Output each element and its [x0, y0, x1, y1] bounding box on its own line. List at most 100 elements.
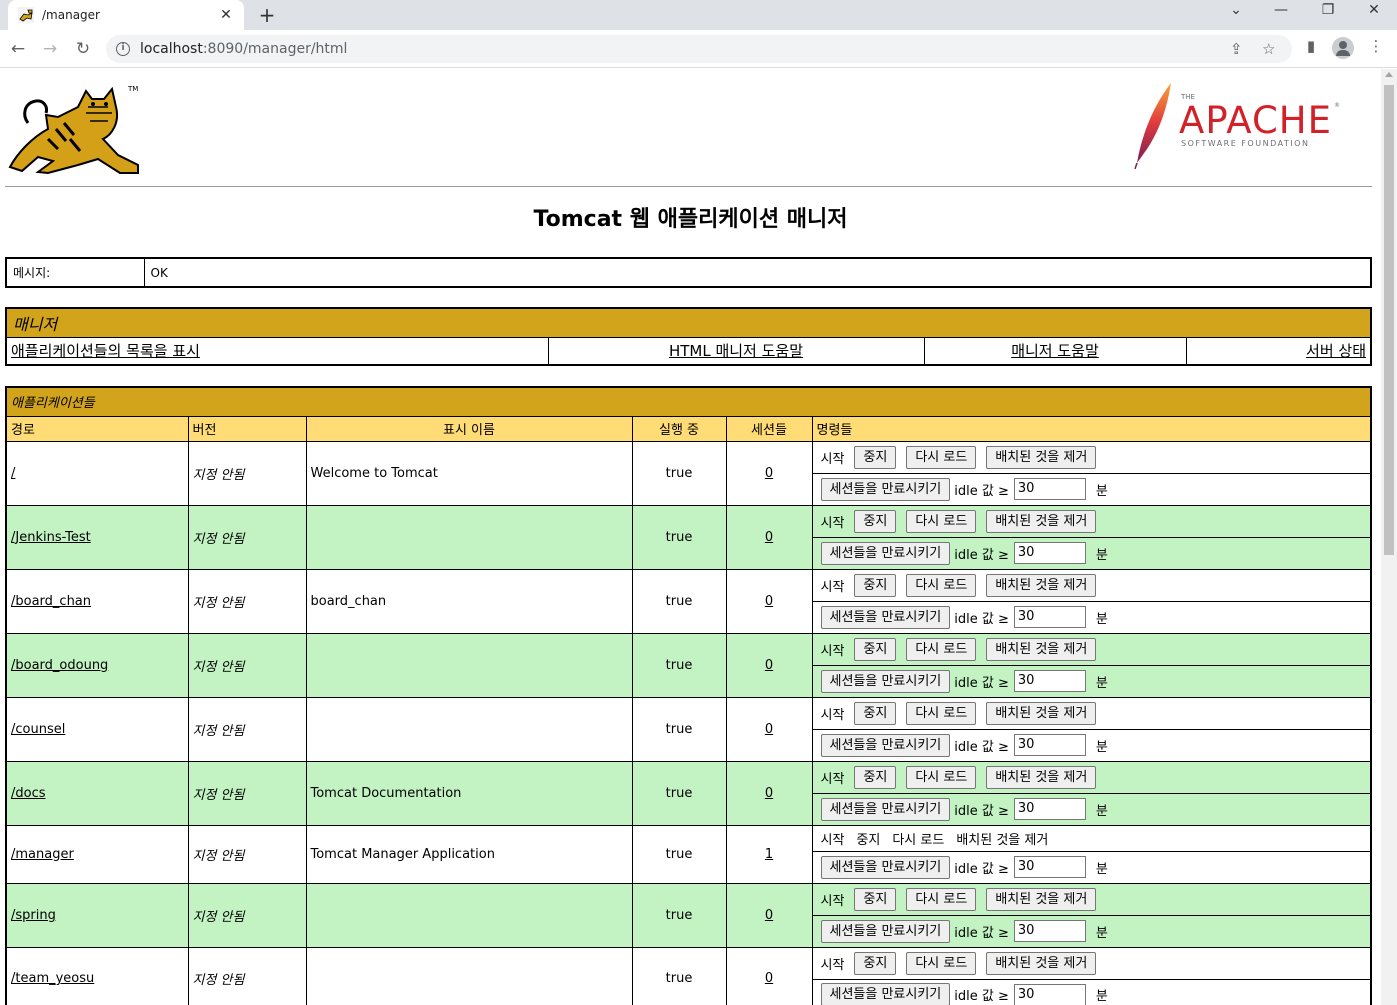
table-row: /board_odoung 지정 안됨 true 0 시작 중지 다시 로드 배치된 것을 제…: [5, 632, 1372, 698]
idle-minutes-input[interactable]: 30: [1013, 983, 1086, 1005]
undeploy-button[interactable]: 배치된 것을 제거: [986, 887, 1097, 911]
server-status-link[interactable]: 서버 상태: [1306, 342, 1366, 360]
restore-icon[interactable]: ❐: [1313, 2, 1343, 18]
tab-search-icon[interactable]: ⌄: [1221, 2, 1251, 18]
reload-button[interactable]: 다시 로드: [906, 887, 977, 911]
forward-icon[interactable]: →: [38, 37, 62, 61]
idle-minutes-input[interactable]: 30: [1013, 606, 1086, 628]
expire-sessions-button[interactable]: 세션들을 만료시키기: [820, 541, 951, 565]
app-sessions-link[interactable]: 0: [765, 658, 773, 673]
idle-minutes-input[interactable]: 30: [1013, 542, 1086, 564]
expire-sessions-button[interactable]: 세션들을 만료시키기: [820, 669, 951, 693]
undeploy-button[interactable]: 배치된 것을 제거: [986, 637, 1097, 661]
app-running: true: [631, 760, 727, 826]
app-path-link[interactable]: /: [11, 466, 15, 481]
undeploy-button[interactable]: 배치된 것을 제거: [986, 951, 1097, 975]
app-sessions-link[interactable]: 0: [765, 722, 773, 737]
reload-button[interactable]: 다시 로드: [906, 701, 977, 725]
app-sessions-link[interactable]: 0: [765, 786, 773, 801]
page-title: Tomcat 웹 애플리케이션 매니저: [533, 207, 848, 232]
app-path-link[interactable]: /spring: [11, 908, 56, 923]
app-sessions-link[interactable]: 0: [765, 530, 773, 545]
stop-button[interactable]: 중지: [854, 765, 897, 789]
undeploy-button[interactable]: 배치된 것을 제거: [986, 509, 1097, 533]
app-path-link[interactable]: /Jenkins-Test: [11, 530, 91, 545]
back-icon[interactable]: ←: [6, 37, 30, 61]
reload-button[interactable]: 다시 로드: [906, 765, 977, 789]
scrollbar-thumb[interactable]: [1384, 85, 1394, 555]
undeploy-button[interactable]: 배치된 것을 제거: [986, 765, 1097, 789]
expire-sessions-button[interactable]: 세션들을 만료시키기: [820, 605, 951, 629]
app-path-link[interactable]: /board_odoung: [11, 658, 108, 673]
list-applications-link[interactable]: 애플리케이션들의 목록을 표시: [11, 342, 200, 360]
undeploy-button[interactable]: 배치된 것을 제거: [986, 701, 1097, 725]
manager-help-link[interactable]: 매니저 도움말: [1011, 342, 1099, 360]
stop-button[interactable]: 중지: [854, 637, 897, 661]
tomcat-logo-icon[interactable]: TM: [8, 77, 148, 177]
undeploy-text: 배치된 것을 제거: [956, 832, 1049, 848]
table-row: / 지정 안됨 Welcome to Tomcat true 0 시작 중지 다시 로드 배치된…: [5, 440, 1372, 506]
reload-button[interactable]: 다시 로드: [906, 951, 977, 975]
idle-minutes-input[interactable]: 30: [1013, 478, 1086, 500]
reload-button[interactable]: 다시 로드: [906, 573, 977, 597]
applications-heading: 애플리케이션들: [5, 386, 1372, 417]
reload-button[interactable]: 다시 로드: [906, 509, 977, 533]
expire-sessions-button[interactable]: 세션들을 만료시키기: [820, 855, 951, 879]
tab-title: /manager: [42, 8, 100, 22]
side-panel-icon[interactable]: ▮: [1299, 37, 1323, 55]
reload-button[interactable]: 다시 로드: [906, 637, 977, 661]
idle-minutes-input[interactable]: 30: [1013, 856, 1086, 878]
vertical-scrollbar[interactable]: [1381, 69, 1397, 1005]
stop-button[interactable]: 중지: [854, 701, 897, 725]
menu-kebab-icon[interactable]: ⋮: [1364, 37, 1388, 55]
expire-sessions-button[interactable]: 세션들을 만료시키기: [820, 477, 951, 501]
expire-sessions-button[interactable]: 세션들을 만료시키기: [820, 797, 951, 821]
reload-button[interactable]: 다시 로드: [906, 445, 977, 469]
html-manager-help-link[interactable]: HTML 매니저 도움말: [669, 342, 803, 360]
expire-sessions-button[interactable]: 세션들을 만료시키기: [820, 733, 951, 757]
app-sessions-link[interactable]: 0: [765, 908, 773, 923]
expire-sessions-button[interactable]: 세션들을 만료시키기: [820, 983, 951, 1005]
bookmark-star-icon[interactable]: ☆: [1262, 40, 1275, 58]
app-sessions-link[interactable]: 0: [765, 594, 773, 609]
app-path-link[interactable]: /team_yeosu: [11, 971, 94, 986]
expire-sessions-button[interactable]: 세션들을 만료시키기: [820, 919, 951, 943]
idle-minutes-input[interactable]: 30: [1013, 734, 1086, 756]
stop-button[interactable]: 중지: [854, 887, 897, 911]
stop-button[interactable]: 중지: [854, 445, 897, 469]
app-running: true: [631, 504, 727, 570]
profile-avatar-icon[interactable]: [1332, 37, 1354, 59]
minimize-icon[interactable]: —: [1266, 2, 1296, 18]
idle-minutes-input[interactable]: 30: [1013, 798, 1086, 820]
app-path-link[interactable]: /docs: [11, 786, 46, 801]
app-path-link[interactable]: /manager: [11, 847, 74, 862]
app-path-link[interactable]: /counsel: [11, 722, 65, 737]
idle-minutes-input[interactable]: 30: [1013, 920, 1086, 942]
stop-button[interactable]: 중지: [854, 951, 897, 975]
apache-logo-icon[interactable]: THE APACHE ® SOFTWARE FOUNDATION: [1131, 79, 1346, 169]
app-display-name: [305, 882, 633, 948]
stop-button[interactable]: 중지: [854, 509, 897, 533]
minutes-label: 분: [1095, 925, 1108, 941]
expire-sessions-cell: 세션들을 만료시키기 idle 값 ≥30 분: [811, 978, 1372, 1005]
window-close-icon[interactable]: ✕: [1359, 2, 1389, 18]
new-tab-icon[interactable]: +: [256, 3, 278, 27]
address-bar[interactable]: i localhost:8090/manager/html ⇪ ☆: [106, 35, 1292, 63]
close-tab-icon[interactable]: ✕: [218, 7, 234, 23]
app-sessions-link[interactable]: 1: [765, 847, 773, 862]
undeploy-button[interactable]: 배치된 것을 제거: [986, 445, 1097, 469]
app-display-name: [305, 946, 633, 1005]
share-icon[interactable]: ⇪: [1230, 40, 1243, 58]
undeploy-button[interactable]: 배치된 것을 제거: [986, 573, 1097, 597]
scroll-up-arrow-icon[interactable]: [1385, 72, 1393, 77]
app-path-link[interactable]: /board_chan: [11, 594, 91, 609]
site-info-icon[interactable]: i: [116, 42, 130, 56]
reload-icon[interactable]: ↻: [71, 37, 95, 61]
stop-button[interactable]: 중지: [854, 573, 897, 597]
app-sessions-link[interactable]: 0: [765, 466, 773, 481]
table-row: /Jenkins-Test 지정 안됨 true 0 시작 중지 다시 로드 배치된 것을 제…: [5, 504, 1372, 570]
minutes-label: 분: [1095, 483, 1108, 499]
browser-tab[interactable]: /manager ✕: [8, 0, 244, 30]
idle-minutes-input[interactable]: 30: [1013, 670, 1086, 692]
app-sessions-link[interactable]: 0: [765, 971, 773, 986]
